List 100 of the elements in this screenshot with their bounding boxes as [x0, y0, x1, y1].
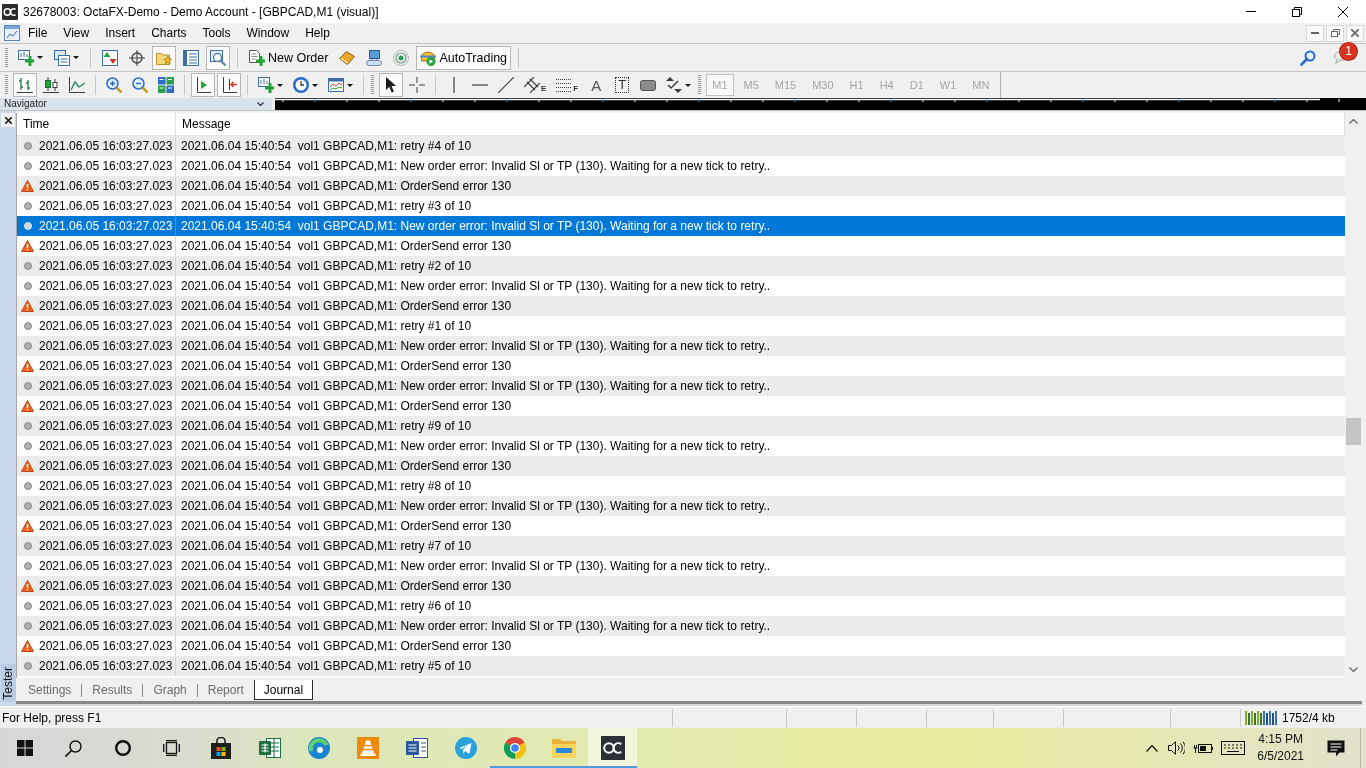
status-dot-icon — [23, 322, 32, 330]
new-order-button[interactable]: New Order — [245, 45, 333, 70]
menu-item[interactable]: Charts — [143, 23, 195, 43]
message-text: 2021.06.04 15:40:54 vol1 GBPCAD,M1: New order error: Invalid Sl or TP (130). Waiting for a new tick to retry.. — [181, 439, 771, 453]
scrollbar-thumb[interactable] — [1346, 418, 1361, 445]
window-stack-icon — [163, 740, 180, 756]
search-icon — [1300, 49, 1316, 66]
search-icon — [65, 739, 82, 757]
message-text: 2021.06.04 15:40:54 vol1 GBPCAD,M1: retry #7 of 10 — [181, 539, 472, 553]
column-header[interactable]: Time — [17, 113, 176, 135]
close-icon — [4, 116, 12, 124]
journal-row[interactable]: 2021.06.05 16:03:27.023 2021.06.04 15:40:54 vol1 GBPCAD,M1: OrderSend error 130 — [17, 456, 1345, 476]
journal-row[interactable]: 2021.06.05 16:03:27.023 2021.06.04 15:40:54 vol1 GBPCAD,M1: New order error: Invalid Sl or TP (130). Waiting for a new tick to retry.. — [17, 216, 1345, 236]
message-text: 2021.06.04 15:40:54 vol1 GBPCAD,M1: New order error: Invalid Sl or TP (130). Waiting for a new tick to retry.. — [181, 279, 771, 293]
dotted-lines-icon — [556, 78, 573, 92]
clock[interactable]: 4:15 PM 6/5/2021 — [1249, 728, 1312, 768]
status-dot-icon — [23, 142, 32, 150]
speaker-icon — [1168, 741, 1186, 755]
caret-icon — [312, 83, 318, 87]
time-text: 2021.06.05 16:03:27.023 — [39, 579, 173, 593]
journal-row[interactable]: 2021.06.05 16:03:27.023 2021.06.04 15:40:54 vol1 GBPCAD,M1: New order error: Invalid Sl or TP (130). Waiting for a new tick to retry.. — [17, 496, 1345, 516]
toolbar-button[interactable]: T — [610, 73, 635, 97]
tab[interactable]: Settings — [18, 680, 82, 700]
ring-icon — [114, 740, 131, 756]
message-text: 2021.06.04 15:40:54 vol1 GBPCAD,M1: OrderSend error 130 — [181, 179, 512, 193]
time-text: 2021.06.05 16:03:27.023 — [39, 419, 173, 433]
tab[interactable]: Results — [82, 680, 143, 700]
time-text: 2021.06.05 16:03:27.023 — [39, 379, 173, 393]
journal-row[interactable]: 2021.06.05 16:03:27.023 2021.06.04 15:40:54 vol1 GBPCAD,M1: New order error: Invalid Sl or TP (130). Waiting for a new tick to retry.. — [17, 336, 1345, 356]
message-text: 2021.06.04 15:40:54 vol1 GBPCAD,M1: OrderSend error 130 — [181, 519, 512, 533]
journal-row[interactable]: 2021.06.05 16:03:27.023 2021.06.04 15:40:54 vol1 GBPCAD,M1: OrderSend error 130 — [17, 296, 1345, 316]
toolbar-button[interactable] — [379, 73, 403, 97]
time-text: 2021.06.05 16:03:27.023 — [39, 359, 173, 373]
message-text: 2021.06.04 15:40:54 vol1 GBPCAD,M1: OrderSend error 130 — [181, 359, 512, 373]
menu-item[interactable]: View — [55, 23, 98, 43]
journal-row[interactable]: 2021.06.05 16:03:27.023 2021.06.04 15:40:54 vol1 GBPCAD,M1: OrderSend error 130 — [17, 576, 1345, 596]
journal-row[interactable]: 2021.06.05 16:03:27.023 2021.06.04 15:40:54 vol1 GBPCAD,M1: retry #7 of 10 — [17, 536, 1345, 556]
keyboard-icon — [1221, 741, 1246, 755]
time-text: 2021.06.05 16:03:27.023 — [39, 499, 173, 513]
status-dot-icon — [23, 482, 32, 490]
journal-row[interactable]: 2021.06.05 16:03:27.023 2021.06.04 15:40:54 vol1 GBPCAD,M1: OrderSend error 130 — [17, 176, 1345, 196]
shopping-bag-icon — [209, 737, 232, 759]
minimize-icon — [1311, 32, 1319, 34]
autotrading-button[interactable]: AutoTrading — [416, 45, 512, 70]
journal-row[interactable]: 2021.06.05 16:03:27.023 2021.06.04 15:40:54 vol1 GBPCAD,M1: retry #5 of 10 — [17, 656, 1345, 676]
warning-icon — [21, 520, 34, 532]
chevron-down-icon — [1349, 667, 1358, 672]
tricolor-circle-icon — [503, 737, 526, 759]
axis-arrow-icon — [221, 77, 237, 93]
status-dot-icon — [23, 262, 32, 270]
menu-item[interactable]: Help — [297, 23, 338, 43]
vertical-line-icon — [453, 77, 455, 93]
status-dot-icon — [23, 382, 32, 390]
chart-plus-icon — [258, 77, 274, 93]
toolbar-button[interactable] — [13, 73, 37, 97]
warning-icon — [21, 460, 34, 472]
tab[interactable]: Report — [197, 680, 254, 700]
status-dot-icon — [23, 162, 32, 170]
tab[interactable]: Graph — [143, 680, 197, 700]
message-text: 2021.06.04 15:40:54 vol1 GBPCAD,M1: OrderSend error 130 — [181, 579, 512, 593]
message-text: 2021.06.04 15:40:54 vol1 GBPCAD,M1: New order error: Invalid Sl or TP (130). Waiting for a new tick to retry.. — [181, 499, 771, 513]
journal-row[interactable]: 2021.06.05 16:03:27.023 2021.06.04 15:40:54 vol1 GBPCAD,M1: retry #4 of 10 — [17, 136, 1345, 156]
time-text: 2021.06.05 16:03:27.023 — [39, 339, 173, 353]
toolbar-button[interactable] — [217, 73, 241, 97]
memory-bars-icon — [1245, 710, 1278, 725]
journal-row[interactable]: 2021.06.05 16:03:27.023 2021.06.04 15:40:54 vol1 GBPCAD,M1: retry #2 of 10 — [17, 256, 1345, 276]
message-text: 2021.06.04 15:40:54 vol1 GBPCAD,M1: retry #6 of 10 — [181, 599, 472, 613]
status-dot-icon — [23, 422, 32, 430]
four-squares-icon — [16, 740, 33, 756]
tab[interactable]: Journal — [253, 680, 314, 700]
windows-icon — [54, 49, 70, 66]
toolbar-button[interactable]: E — [520, 73, 551, 97]
cursor-icon — [385, 77, 397, 93]
menu-item[interactable]: Window — [238, 23, 298, 43]
menu-item[interactable]: Tools — [194, 23, 239, 43]
battery-plug-icon — [1193, 742, 1214, 754]
toolbar-button[interactable]: A — [584, 73, 609, 97]
time-text: 2021.06.05 16:03:27.023 — [39, 259, 173, 273]
journal-row[interactable]: 2021.06.05 16:03:27.023 2021.06.04 15:40:54 vol1 GBPCAD,M1: retry #9 of 10 — [17, 416, 1345, 436]
menu-item[interactable]: File — [20, 23, 56, 43]
message-text: 2021.06.04 15:40:54 vol1 GBPCAD,M1: retry #1 of 10 — [181, 319, 472, 333]
minimize-button[interactable] — [1306, 24, 1324, 42]
close-button[interactable] — [1, 113, 15, 127]
horizontal-line-icon — [472, 84, 488, 86]
diagonal-line-icon — [498, 77, 514, 93]
arrow-marks-icon — [666, 77, 683, 93]
message-text: 2021.06.04 15:40:54 vol1 GBPCAD,M1: New order error: Invalid Sl or TP (130). Waiting for a new tick to retry.. — [181, 159, 771, 173]
time-text: 2021.06.05 16:03:27.023 — [39, 159, 173, 173]
caret-icon — [685, 83, 692, 87]
message-text: 2021.06.04 15:40:54 vol1 GBPCAD,M1: retry #3 of 10 — [181, 199, 472, 213]
hat-play-icon — [420, 49, 437, 66]
time-text: 2021.06.05 16:03:27.023 — [39, 559, 173, 573]
journal-row[interactable]: 2021.06.05 16:03:27.023 2021.06.04 15:40:54 vol1 GBPCAD,M1: New order error: Invalid Sl or TP (130). Waiting for a new tick to retry.. — [17, 376, 1345, 396]
toolbar-button[interactable]: F — [552, 73, 583, 97]
menu-item[interactable]: Insert — [97, 23, 144, 43]
time-text: 2021.06.05 16:03:27.023 — [39, 639, 173, 653]
toolbar-button[interactable] — [191, 73, 215, 97]
panel-title: Tester — [0, 664, 16, 702]
taskbar-app[interactable] — [588, 728, 637, 768]
journal-row[interactable]: 2021.06.05 16:03:27.023 2021.06.04 15:40:54 vol1 GBPCAD,M1: New order error: Invalid Sl or TP (130). Waiting for a new tick to retry.. — [17, 616, 1345, 636]
